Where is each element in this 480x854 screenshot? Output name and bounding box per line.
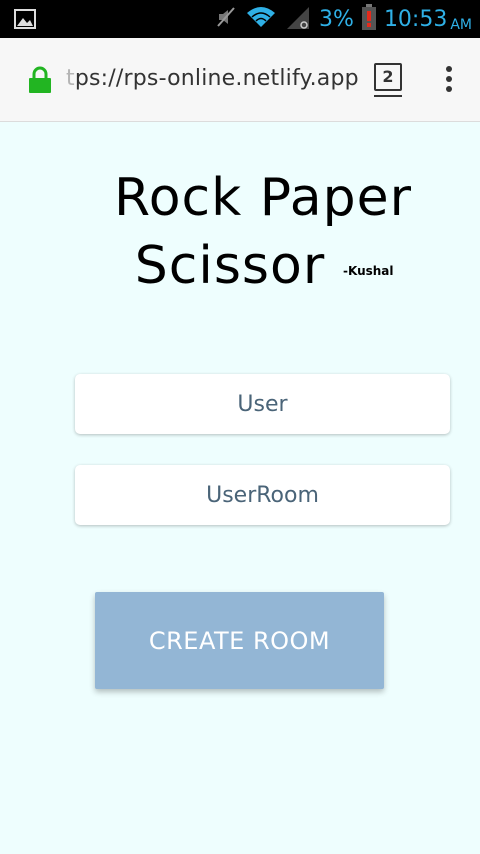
clock: 10:53 AM bbox=[383, 6, 472, 33]
tab-switcher-underline bbox=[374, 95, 402, 97]
browser-toolbar: tps://rps-online.netlify.app 2 bbox=[0, 38, 480, 122]
status-icons: 3% 10:53 AM bbox=[215, 0, 472, 38]
tab-switcher-button[interactable]: 2 bbox=[374, 63, 402, 91]
author-credit: -Kushal bbox=[343, 264, 394, 278]
url-field[interactable]: tps://rps-online.netlify.app bbox=[66, 66, 359, 91]
mute-icon bbox=[215, 6, 237, 32]
clock-ampm: AM bbox=[450, 16, 472, 33]
create-room-button[interactable]: CREATE ROOM bbox=[95, 592, 384, 689]
status-bar: 3% 10:53 AM bbox=[0, 0, 480, 38]
wifi-icon bbox=[245, 5, 277, 33]
page-title-line2: Scissor bbox=[134, 236, 326, 296]
url-text: ps://rps-online.netlify.app bbox=[74, 66, 359, 91]
battery-percent: 3% bbox=[319, 6, 354, 32]
url-scheme: t bbox=[66, 66, 75, 91]
user-input[interactable] bbox=[75, 374, 450, 434]
lock-icon[interactable] bbox=[28, 66, 52, 98]
signal-icon bbox=[285, 5, 311, 33]
page-title-line1: Rock Paper bbox=[113, 168, 413, 228]
clock-time: 10:53 bbox=[383, 6, 448, 32]
battery-low-icon bbox=[361, 4, 376, 34]
gallery-icon bbox=[14, 9, 36, 33]
room-input[interactable] bbox=[75, 465, 450, 525]
overflow-menu-icon[interactable] bbox=[443, 66, 455, 94]
